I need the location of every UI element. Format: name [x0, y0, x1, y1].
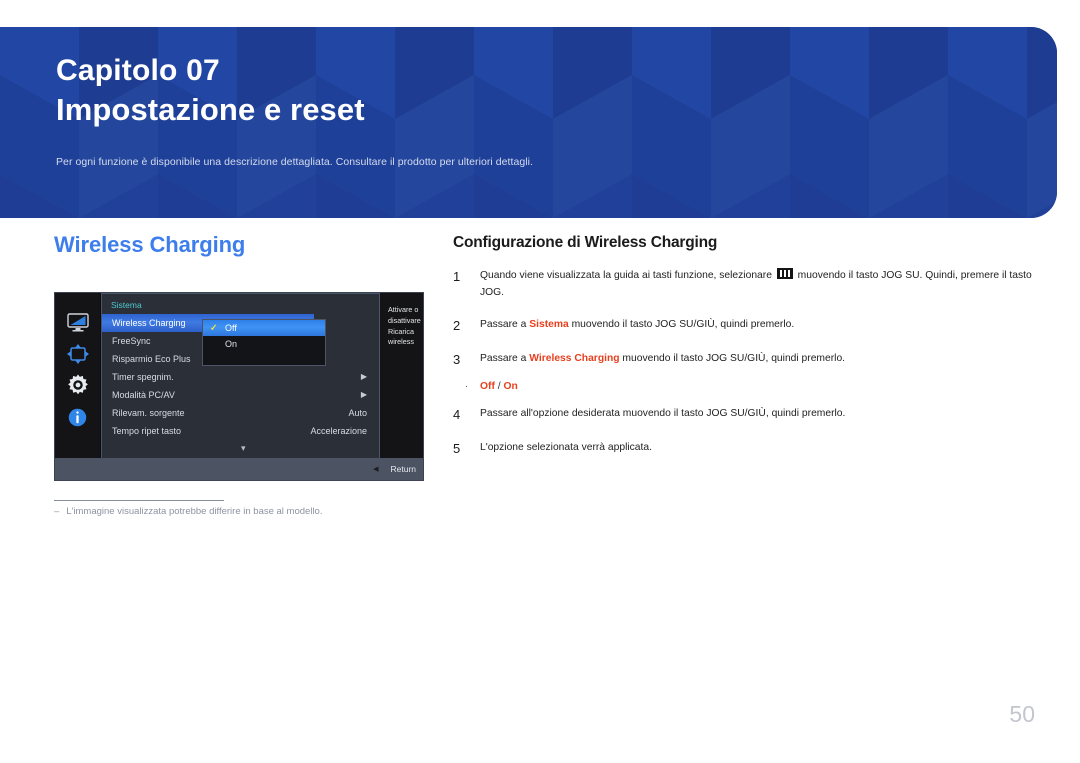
banner-subtitle: Per ogni funzione è disponibile una desc… [56, 156, 533, 168]
step-text: Passare a Sistema muovendo il tasto JOG … [480, 317, 1033, 336]
osd-bottom-bar: ◀ Return [55, 458, 423, 480]
step-text: L'opzione selezionata verrà applicata. [480, 441, 652, 453]
osd-row-off-timer[interactable]: Timer spegnim. ▶ [102, 368, 381, 386]
osd-row-label: Tempo ripet tasto [112, 426, 182, 436]
osd-option-on[interactable]: On [203, 336, 325, 352]
bullet-option-off: Off [480, 380, 495, 392]
osd-section-label: Sistema [111, 300, 142, 310]
footnote-dash: ‒ [54, 506, 60, 517]
osd-row-label: Risparmio Eco Plus [112, 354, 191, 364]
scroll-down-icon[interactable]: ▾ [241, 444, 246, 453]
osd-help-panel: Attivare o disattivare Ricarica wireless [380, 293, 423, 459]
osd-option-off[interactable]: ✓ Off [203, 320, 325, 336]
step-text-pre: Quando viene visualizzata la guida ai ta… [480, 270, 775, 281]
step-text-post: muovendo il tasto JOG SU/GIÙ, quindi pre… [619, 352, 846, 364]
step-text-post: muovendo il tasto JOG SU/GIÙ, quindi pre… [568, 318, 795, 330]
banner-title-group: Capitolo 07 Impostazione e reset [56, 52, 365, 130]
info-icon [65, 404, 91, 430]
step-number: 4 [453, 407, 461, 423]
procedure-step-3: 3 Passare a Wireless Charging muovendo i… [453, 351, 1033, 370]
procedure-title: Configurazione di Wireless Charging [453, 234, 718, 251]
step-number: 5 [453, 440, 461, 456]
document-page: Capitolo 07 Impostazione e reset Per ogn… [0, 0, 1080, 763]
osd-option-label: Off [225, 323, 237, 333]
screen-adjust-icon [65, 341, 91, 367]
footnote-text: L'immagine visualizzata potrebbe differi… [66, 506, 323, 517]
bullet-text: Off / On [480, 379, 518, 395]
procedure-step-4: 4 Passare all'opzione desiderata muovend… [453, 406, 1033, 425]
osd-row-label: Modalità PC/AV [112, 390, 175, 400]
check-icon: ✓ [210, 322, 218, 333]
osd-row-value: Accelerazione [310, 426, 367, 436]
osd-row-key-repeat-time[interactable]: Tempo ripet tasto Accelerazione [102, 422, 381, 440]
chevron-right-icon: ▶ [360, 390, 367, 399]
footnote: ‒ L'immagine visualizzata potrebbe diffe… [54, 506, 322, 517]
step-text: Passare all'opzione desiderata muovendo … [480, 408, 846, 420]
system-gear-icon [65, 372, 91, 398]
page-number: 50 [1009, 701, 1035, 727]
procedure-step-1: 1 Quando viene visualizzata la guida ai … [453, 268, 1033, 302]
osd-row-label: Timer spegnim. [112, 372, 174, 382]
osd-help-text: Attivare o disattivare Ricarica wireless [388, 305, 421, 347]
bullet-dot-icon: · [464, 380, 469, 392]
procedure-option-bullet: · Off / On [453, 379, 1033, 395]
step-highlight: Wireless Charging [529, 352, 620, 364]
step-number: 2 [453, 317, 461, 333]
osd-row-label: Rilevam. sorgente [112, 408, 185, 418]
step-number: 3 [453, 351, 461, 367]
step-text-pre: Passare a [480, 318, 530, 330]
step-number: 1 [453, 269, 461, 284]
display-icon [65, 309, 91, 335]
chapter-label: Capitolo 07 [56, 54, 220, 87]
procedure-step-2: 2 Passare a Sistema muovendo il tasto JO… [453, 317, 1033, 336]
back-arrow-icon[interactable]: ◀ [373, 466, 378, 473]
chevron-right-icon: ▶ [360, 372, 367, 381]
section-title: Wireless Charging [54, 232, 246, 257]
osd-row-source-detection[interactable]: Rilevam. sorgente Auto [102, 404, 381, 422]
osd-row-label: FreeSync [112, 336, 151, 346]
bullet-option-on: On [503, 380, 518, 392]
step-text-pre: Passare a [480, 352, 530, 364]
osd-option-label: On [225, 339, 238, 349]
chapter-title: Impostazione e reset [56, 92, 365, 128]
osd-row-label: Wireless Charging [112, 318, 186, 328]
osd-icon-sidebar [55, 293, 100, 459]
osd-menu-panel: Sistema Wireless Charging FreeSync Rispa… [101, 293, 380, 459]
procedure-column: Configurazione di Wireless Charging 1 Qu… [453, 234, 1033, 474]
step-highlight: Sistema [529, 318, 569, 330]
step-text: Quando viene visualizzata la guida ai ta… [480, 268, 1033, 302]
footnote-divider [54, 500, 224, 501]
step-text: Passare a Wireless Charging muovendo il … [480, 351, 1033, 370]
chapter-banner: Capitolo 07 Impostazione e reset Per ogn… [0, 27, 1057, 218]
osd-submenu-popup: ✓ Off On [202, 319, 326, 366]
menu-key-icon [776, 268, 793, 279]
procedure-step-5: 5 L'opzione selezionata verrà applicata. [453, 440, 1033, 459]
osd-row-pc-av-mode[interactable]: Modalità PC/AV ▶ [102, 386, 381, 404]
osd-return-label[interactable]: Return [390, 464, 416, 474]
osd-row-value: Auto [348, 408, 367, 418]
